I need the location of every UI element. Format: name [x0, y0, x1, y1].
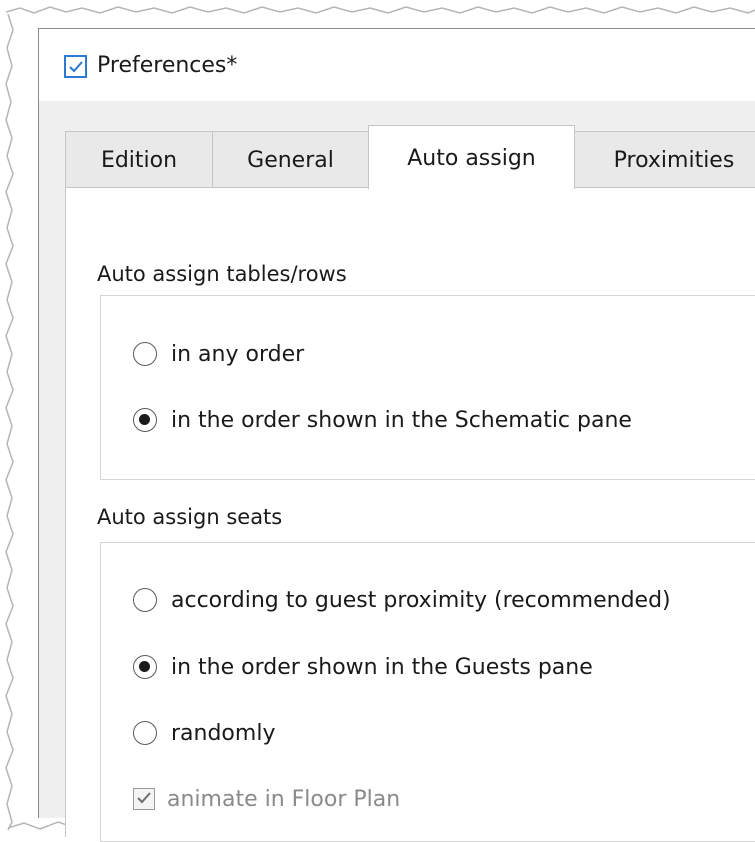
tab-bar: Edition General Auto assign Proximities: [65, 125, 755, 191]
preferences-window: Preferences* Edition General Auto assign…: [38, 28, 755, 842]
option-label: in the order shown in the Schematic pane: [171, 407, 632, 433]
title-bar: Preferences*: [39, 29, 755, 101]
option-label: in any order: [171, 341, 305, 367]
radio-button-selected[interactable]: [133, 655, 157, 679]
radio-button[interactable]: [133, 588, 157, 612]
window-title: Preferences*: [97, 53, 238, 78]
tab-general[interactable]: General: [212, 131, 369, 188]
auto-assign-panel: Auto assign tables/rows in any order in …: [65, 187, 755, 842]
radio-button-selected[interactable]: [133, 408, 157, 432]
checkbox-checked[interactable]: [133, 788, 155, 810]
seats-option-proximity[interactable]: according to guest proximity (recommende…: [133, 584, 671, 616]
seats-option-guests-order[interactable]: in the order shown in the Guests pane: [133, 651, 593, 683]
tab-auto-assign[interactable]: Auto assign: [368, 125, 575, 189]
seats-option-randomly[interactable]: randomly: [133, 717, 275, 749]
animate-floor-plan-checkbox[interactable]: animate in Floor Plan: [133, 783, 400, 815]
seats-section-label: Auto assign seats: [97, 505, 283, 529]
tables-section-label: Auto assign tables/rows: [97, 262, 347, 286]
checkbox-check-icon: [64, 55, 87, 78]
tables-groupbox: in any order in the order shown in the S…: [100, 295, 755, 480]
tab-proximities[interactable]: Proximities: [574, 131, 755, 188]
seats-groupbox: according to guest proximity (recommende…: [100, 542, 755, 842]
checkbox-label: animate in Floor Plan: [167, 786, 401, 812]
tables-option-any-order[interactable]: in any order: [133, 338, 304, 370]
radio-button[interactable]: [133, 342, 157, 366]
option-label: randomly: [171, 720, 276, 746]
tab-edition[interactable]: Edition: [65, 131, 213, 188]
option-label: in the order shown in the Guests pane: [171, 654, 593, 680]
option-label: according to guest proximity (recommende…: [171, 587, 671, 613]
tables-option-schematic-order[interactable]: in the order shown in the Schematic pane: [133, 404, 632, 436]
radio-button[interactable]: [133, 721, 157, 745]
